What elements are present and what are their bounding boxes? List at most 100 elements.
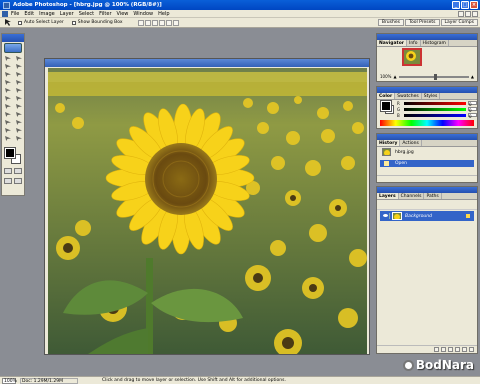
tab-channels[interactable]: Channels (399, 193, 425, 199)
tab-history[interactable]: History (377, 140, 401, 146)
slice-tool-icon[interactable] (14, 71, 24, 78)
navigator-thumbnail[interactable] (402, 48, 422, 66)
palette-well-layer-comps[interactable]: Layer Comps (440, 19, 478, 26)
quick-mask-mode-button[interactable] (14, 168, 22, 174)
layer-row-background[interactable]: Background (380, 211, 474, 221)
document-canvas[interactable] (48, 68, 367, 354)
bounding-box-option[interactable]: Show Bounding Box (71, 20, 122, 25)
type-tool-icon[interactable] (14, 111, 24, 118)
auto-select-checkbox[interactable] (18, 20, 22, 25)
eraser-tool-icon[interactable] (3, 95, 13, 102)
doc-restore-button[interactable] (465, 11, 471, 17)
path-selection-tool-icon[interactable] (3, 111, 13, 118)
zoom-slider-handle[interactable] (433, 73, 437, 80)
history-brush-tool-icon[interactable] (14, 87, 24, 94)
zoom-in-icon[interactable]: ▲ (471, 74, 474, 79)
blur-tool-icon[interactable] (3, 103, 13, 110)
color-foreground-swatch[interactable] (380, 100, 392, 112)
align-middle-button[interactable] (145, 19, 152, 26)
crop-tool-icon[interactable] (3, 71, 13, 78)
full-screen-mode-button[interactable] (14, 178, 22, 184)
tab-actions[interactable]: Actions (400, 140, 422, 146)
status-zoom-field[interactable]: 100% (2, 377, 17, 384)
history-state-open[interactable]: Open (380, 160, 474, 167)
menu-image[interactable]: Image (39, 11, 55, 17)
menu-view[interactable]: View (117, 11, 129, 17)
zoom-slider[interactable] (398, 73, 469, 80)
red-channel-value[interactable]: 0 (468, 101, 477, 107)
auto-select-option[interactable]: Auto Select Layer (18, 20, 64, 25)
minimize-button[interactable]: _ (452, 1, 460, 9)
brush-tool-icon[interactable] (14, 79, 24, 86)
tab-layers[interactable]: Layers (377, 193, 399, 199)
tab-histogram[interactable]: Histogram (421, 40, 449, 46)
close-button[interactable]: × (470, 1, 478, 9)
move-tool-icon[interactable] (14, 55, 24, 62)
tab-styles[interactable]: Styles (422, 93, 441, 99)
tab-info[interactable]: Info (407, 40, 421, 46)
align-left-button[interactable] (159, 19, 166, 26)
menu-select[interactable]: Select (79, 11, 94, 17)
menu-help[interactable]: Help (158, 11, 169, 17)
layer-visibility-icon[interactable] (382, 213, 390, 219)
layer-mask-button[interactable] (441, 347, 446, 352)
doc-close-button[interactable] (472, 11, 478, 17)
adjustment-layer-button[interactable] (455, 347, 460, 352)
color-spectrum-bar[interactable] (380, 120, 474, 126)
blue-channel-slider[interactable] (404, 113, 466, 117)
palette-well-brushes[interactable]: Brushes (377, 19, 404, 26)
doc-minimize-button[interactable] (458, 11, 464, 17)
menu-filter[interactable]: Filter (99, 11, 111, 17)
align-bottom-button[interactable] (152, 19, 159, 26)
foreground-color-swatch[interactable] (4, 147, 16, 159)
new-set-button[interactable] (448, 347, 453, 352)
align-top-button[interactable] (138, 19, 145, 26)
align-right-button[interactable] (173, 19, 180, 26)
menu-edit[interactable]: Edit (24, 11, 34, 17)
status-doc-size[interactable]: Doc: 1.29M/1.29M (20, 377, 78, 384)
delete-layer-button[interactable] (469, 347, 474, 352)
gradient-tool-icon[interactable] (14, 95, 24, 102)
palette-well-tool-presets[interactable]: Tool Presets (404, 19, 440, 26)
new-layer-button[interactable] (462, 347, 467, 352)
shape-tool-icon[interactable] (14, 119, 24, 126)
zoom-out-icon[interactable]: ▲ (393, 74, 396, 79)
move-tool-icon[interactable] (4, 19, 12, 26)
document-title-bar[interactable] (45, 59, 369, 67)
blue-channel-value[interactable]: 0 (468, 113, 477, 119)
eyedropper-tool-icon[interactable] (14, 127, 24, 134)
magic-wand-tool-icon[interactable] (14, 63, 24, 70)
lasso-tool-icon[interactable] (3, 63, 13, 70)
pen-tool-icon[interactable] (3, 119, 13, 126)
healing-brush-tool-icon[interactable] (3, 79, 13, 86)
tab-navigator[interactable]: Navigator (377, 40, 407, 46)
menu-layer[interactable]: Layer (60, 11, 74, 17)
red-channel-slider[interactable] (404, 101, 466, 105)
dodge-tool-icon[interactable] (14, 103, 24, 110)
tab-color[interactable]: Color (377, 93, 396, 99)
bounding-box-checkbox[interactable] (71, 20, 76, 25)
layer-style-button[interactable] (434, 347, 439, 352)
align-center-button[interactable] (166, 19, 173, 26)
tab-paths[interactable]: Paths (424, 193, 442, 199)
clone-stamp-tool-icon[interactable] (3, 87, 13, 94)
maximize-button[interactable]: □ (461, 1, 469, 9)
green-channel-label: G (397, 106, 401, 112)
navigator-zoom-value[interactable]: 100% (380, 74, 391, 79)
menu-file[interactable]: File (11, 11, 19, 17)
zoom-tool-icon[interactable] (14, 135, 24, 142)
tab-swatches[interactable]: Swatches (395, 93, 422, 99)
hand-tool-icon[interactable] (3, 135, 13, 142)
green-channel-slider[interactable] (404, 107, 466, 111)
app-menu-icon[interactable] (2, 10, 8, 17)
menu-window[interactable]: Window (133, 11, 153, 17)
green-channel-value[interactable]: 0 (468, 107, 477, 113)
marquee-tool-icon[interactable] (3, 55, 13, 62)
history-snapshot-name[interactable]: hbrg.jpg (395, 150, 414, 155)
toolbox-header[interactable] (2, 34, 24, 42)
notes-tool-icon[interactable] (3, 127, 13, 134)
standard-mode-button[interactable] (4, 168, 12, 174)
adobe-online-icon[interactable] (4, 43, 22, 53)
history-snapshot-thumbnail[interactable] (382, 148, 391, 156)
standard-screen-mode-button[interactable] (4, 178, 12, 184)
